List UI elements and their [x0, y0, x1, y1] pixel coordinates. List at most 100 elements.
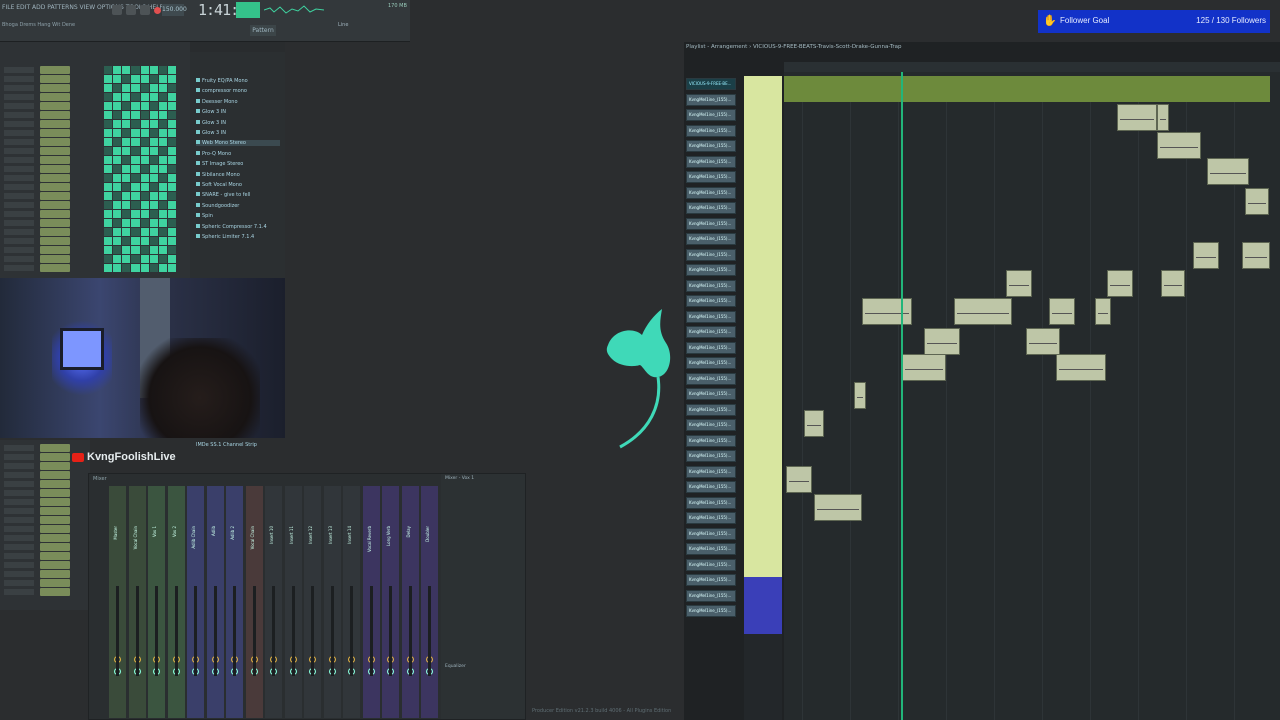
pattern-clip[interactable]: [786, 466, 812, 493]
channel-controls[interactable]: [4, 535, 34, 541]
pattern-item[interactable]: KvngMel1ine_(155)...: [686, 326, 736, 338]
plugin-item[interactable]: Spheric Compressor 7.1.4: [196, 223, 267, 230]
mixer-fader[interactable]: [408, 586, 412, 676]
step-sequencer[interactable]: [104, 120, 176, 128]
pattern-item[interactable]: KvngMel1ine_(155)...: [686, 481, 736, 493]
channel-name-button[interactable]: [40, 138, 70, 146]
plugin-item[interactable]: Pro-Q Mono: [196, 150, 231, 157]
channel-controls[interactable]: [4, 247, 34, 253]
pattern-item[interactable]: KvngMel1ine_(155)...: [686, 202, 736, 214]
mixer-fader[interactable]: [350, 586, 353, 676]
plugin-item[interactable]: Sibilance Mono: [196, 171, 240, 178]
mixer-strip[interactable]: Doubler: [421, 486, 438, 718]
pattern-clip[interactable]: [1026, 328, 1060, 355]
channel-name-button[interactable]: [40, 219, 70, 227]
mixer-strip[interactable]: Vocal Chain: [128, 486, 146, 718]
channel-row[interactable]: [0, 165, 190, 173]
step-sequencer[interactable]: [104, 246, 176, 254]
channel-name-button[interactable]: [40, 246, 70, 254]
step-sequencer[interactable]: [104, 93, 176, 101]
plugin-item[interactable]: ST Image Stereo: [196, 161, 243, 167]
channel-name-button[interactable]: [40, 147, 70, 155]
channel-controls[interactable]: [4, 454, 34, 460]
channel-name-button[interactable]: [40, 228, 70, 236]
channel-name-button[interactable]: [40, 462, 70, 470]
mixer-strip[interactable]: Long Verb: [382, 486, 399, 718]
plugin-item[interactable]: SNARE - give to fell: [196, 192, 250, 198]
channel-controls[interactable]: [4, 94, 34, 100]
pattern-item[interactable]: KvngMel1ine_(155)...: [686, 527, 736, 540]
mixer-fader[interactable]: [252, 586, 256, 676]
pattern-item[interactable]: KvngMel1ine_(155)...: [686, 233, 736, 245]
channel-row[interactable]: [0, 462, 90, 470]
channel-controls[interactable]: [4, 463, 34, 469]
channel-row[interactable]: [0, 192, 190, 200]
pattern-item[interactable]: KvngMel1ine_(155)...: [686, 140, 736, 152]
mixer-strip[interactable]: Vocal Reverb: [362, 486, 380, 718]
channel-row[interactable]: [0, 552, 90, 560]
step-sequencer[interactable]: [104, 219, 176, 227]
channel-row[interactable]: [0, 444, 90, 452]
pattern-item[interactable]: KvngMel1ine_(155)...: [686, 589, 736, 602]
mixer-fader[interactable]: [194, 586, 197, 676]
channel-controls[interactable]: [4, 166, 34, 172]
mixer-fader[interactable]: [213, 586, 217, 676]
pattern-selector[interactable]: Pattern: [250, 25, 276, 36]
pattern-item[interactable]: KvngMel1ine_(155)...: [686, 217, 736, 230]
pattern-clip[interactable]: [1095, 298, 1111, 325]
pattern-clip[interactable]: [814, 494, 862, 521]
channel-controls[interactable]: [4, 121, 34, 127]
channel-name-button[interactable]: [40, 102, 70, 110]
channel-controls[interactable]: [4, 184, 34, 190]
mixer-fader[interactable]: [291, 586, 295, 676]
channel-controls[interactable]: [4, 499, 34, 505]
pattern-item[interactable]: KvngMel1ine_(155)...: [686, 496, 736, 509]
plugin-item[interactable]: Spin: [196, 213, 213, 219]
channel-row[interactable]: [0, 480, 90, 488]
step-sequencer[interactable]: [104, 255, 176, 263]
channel-name-button[interactable]: [40, 552, 70, 560]
pattern-item[interactable]: KvngMel1ine_(155)...: [686, 171, 736, 183]
channel-controls[interactable]: [4, 112, 34, 118]
channel-controls[interactable]: [4, 589, 34, 595]
pattern-clip[interactable]: [902, 354, 946, 381]
channel-row[interactable]: [0, 264, 190, 272]
mixer-strip[interactable]: Vocal Chain: [245, 486, 263, 718]
channel-name-button[interactable]: [40, 66, 70, 74]
channel-name-button[interactable]: [40, 543, 70, 551]
step-sequencer[interactable]: [104, 228, 176, 236]
channel-name-button[interactable]: [40, 120, 70, 128]
plugin-item[interactable]: Deesser Mono: [196, 98, 238, 105]
mixer-fader[interactable]: [330, 586, 334, 676]
pattern-item[interactable]: KvngMel1ine_(155)...: [686, 574, 736, 586]
pattern-item[interactable]: KvngMel1ine_(155)...: [686, 543, 736, 555]
step-sequencer[interactable]: [104, 165, 176, 173]
step-sequencer[interactable]: [104, 102, 176, 110]
mixer-strip[interactable]: Adlib: [206, 486, 224, 718]
timeline-ruler[interactable]: [784, 62, 1280, 72]
channel-row[interactable]: [0, 201, 190, 209]
channel-controls[interactable]: [4, 490, 34, 496]
channel-row[interactable]: [0, 561, 90, 569]
record-button[interactable]: [154, 6, 161, 14]
pattern-item[interactable]: KvngMel1ine_(155)...: [686, 372, 736, 385]
pattern-item[interactable]: KvngMel1ine_(155)...: [686, 310, 736, 323]
pattern-item[interactable]: KvngMel1ine_(155)...: [686, 264, 736, 276]
step-sequencer[interactable]: [104, 174, 176, 182]
mixer-strip[interactable]: Adlib Chain: [187, 486, 204, 718]
plugin-item[interactable]: compressor mono: [196, 88, 247, 94]
channel-row[interactable]: [0, 489, 90, 497]
pattern-item[interactable]: KvngMel1ine_(155)...: [686, 558, 736, 571]
step-sequencer[interactable]: [104, 75, 176, 83]
plugin-item[interactable]: Soft Vocal Mono: [196, 182, 242, 188]
step-sequencer[interactable]: [104, 264, 176, 272]
channel-row[interactable]: [0, 75, 190, 83]
pattern-clip[interactable]: [1117, 104, 1157, 131]
pattern-clip[interactable]: [1049, 298, 1075, 325]
channel-name-button[interactable]: [40, 201, 70, 209]
channel-row[interactable]: [0, 534, 90, 542]
pattern-clip[interactable]: [954, 298, 1012, 325]
pattern-clip[interactable]: [1157, 132, 1201, 159]
step-sequencer[interactable]: [104, 210, 176, 218]
channel-name-button[interactable]: [40, 255, 70, 263]
